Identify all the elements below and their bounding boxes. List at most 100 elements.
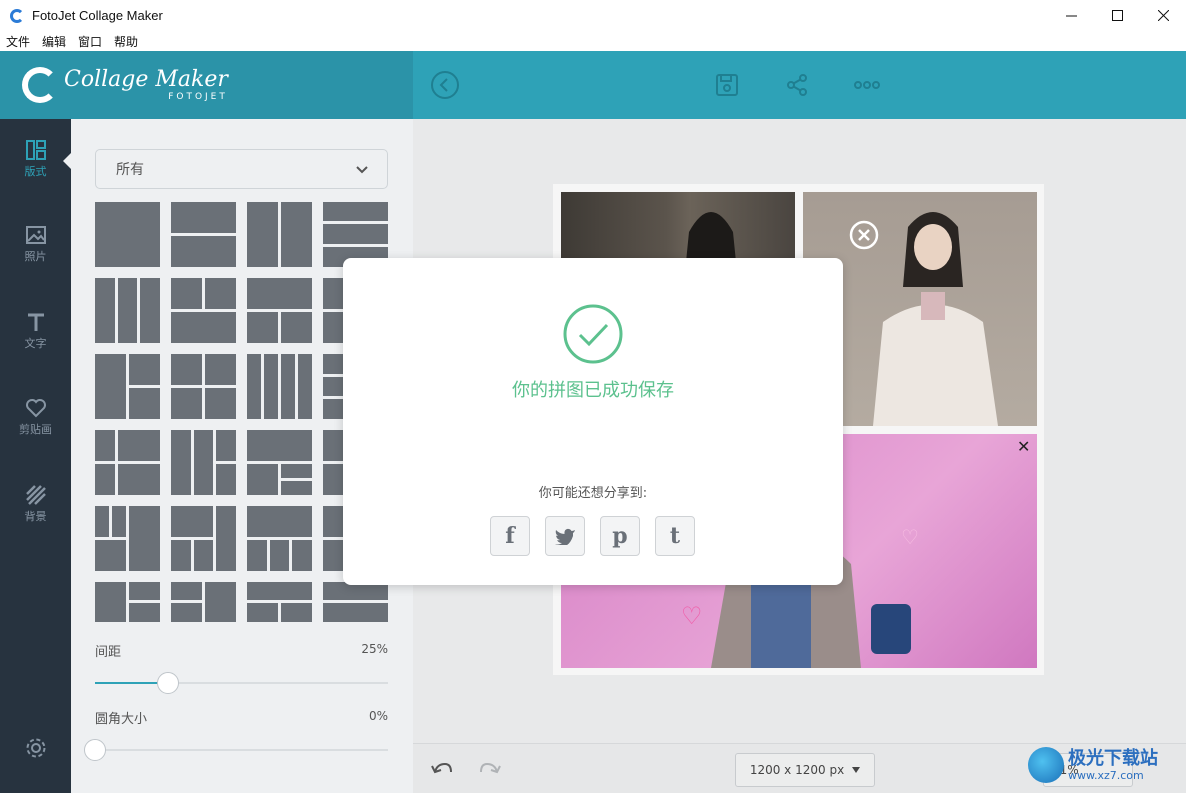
spacing-slider-handle[interactable] (157, 672, 180, 694)
text-icon (27, 313, 44, 331)
share-buttons: f p t (490, 516, 695, 556)
logo-area: Collage Maker FOTOJET (0, 51, 413, 119)
collage-maker-logo-icon (22, 67, 58, 103)
watermark: 极光下载站 www.xz7.com (1028, 740, 1178, 790)
menu-window[interactable]: 窗口 (78, 33, 102, 50)
layout-template[interactable] (171, 430, 236, 495)
active-indicator (63, 153, 71, 169)
layout-template[interactable] (95, 354, 160, 419)
window-title: FotoJet Collage Maker (32, 8, 163, 23)
back-icon (431, 71, 459, 99)
spacing-label: 间距 (95, 645, 122, 660)
minimize-icon (1065, 15, 1077, 17)
menu-edit[interactable]: 编辑 (42, 33, 66, 50)
layout-template[interactable] (323, 582, 388, 622)
undo-icon[interactable] (431, 760, 453, 778)
watermark-text: 极光下载站 (1068, 747, 1158, 769)
layout-template[interactable] (95, 278, 160, 343)
corner-radius-label: 圆角大小 (95, 712, 148, 727)
close-icon (1157, 10, 1169, 21)
close-window-button[interactable] (1140, 0, 1186, 31)
share-icon (787, 74, 807, 96)
gear-icon (26, 738, 46, 758)
pinterest-icon: p (612, 523, 628, 549)
svg-text:♡: ♡ (901, 525, 919, 549)
photo-icon (25, 225, 46, 244)
maximize-icon (1111, 10, 1123, 21)
more-icon (854, 81, 880, 89)
settings-button[interactable] (25, 737, 47, 763)
sidebar-item-label: 照片 (24, 249, 47, 263)
sidebar-item-label: 剪贴画 (19, 422, 52, 436)
logo-main-text: Collage Maker (64, 66, 228, 92)
save-icon (716, 74, 738, 96)
app-logo: Collage Maker FOTOJET (64, 66, 228, 102)
layout-template[interactable] (247, 582, 312, 622)
title-bar: FotoJet Collage Maker (0, 0, 1186, 31)
corner-radius-value: 0% (368, 709, 388, 723)
pinterest-share-button[interactable]: p (600, 516, 640, 556)
maximize-button[interactable] (1094, 0, 1140, 31)
tumblr-share-button[interactable]: t (655, 516, 695, 556)
facebook-icon: f (505, 523, 515, 549)
layout-template[interactable] (171, 582, 236, 622)
more-button[interactable] (851, 69, 883, 101)
sidebar-item-background[interactable]: 背景 (0, 469, 71, 539)
layout-template[interactable] (247, 506, 312, 571)
sidebar-item-text[interactable]: 文字 (0, 296, 71, 366)
background-icon (25, 484, 46, 505)
window-controls (1048, 0, 1186, 31)
layout-filter-select[interactable]: 所有 (95, 149, 388, 189)
sidebar-item-label: 文字 (24, 336, 47, 350)
dialog-title: 你的拼图已成功保存 (512, 380, 674, 401)
facebook-share-button[interactable]: f (490, 516, 530, 556)
canvas-size-select[interactable]: 1200 x 1200 px (735, 753, 875, 787)
layout-template[interactable] (171, 202, 236, 267)
sidebar-item-label: 版式 (24, 164, 47, 178)
layout-template[interactable] (247, 354, 312, 419)
chevron-down-icon (356, 166, 368, 174)
sidebar-item-clipart[interactable]: 剪贴画 (0, 382, 71, 452)
save-button[interactable] (711, 69, 743, 101)
spacing-value: 25% (361, 642, 388, 656)
app-header: Collage Maker FOTOJET (0, 51, 1186, 119)
layout-template[interactable] (95, 506, 160, 571)
layout-template[interactable] (95, 430, 160, 495)
layout-template[interactable] (247, 430, 312, 495)
sidebar-item-label: 背景 (24, 509, 47, 523)
svg-text:♡: ♡ (681, 602, 703, 630)
back-button[interactable] (429, 69, 461, 101)
share-prompt: 你可能还想分享到: (538, 486, 648, 501)
layout-template[interactable] (171, 278, 236, 343)
layout-template[interactable] (95, 202, 160, 267)
layout-template[interactable] (95, 582, 160, 622)
menu-bar: 文件 编辑 窗口 帮助 (0, 31, 1186, 51)
sidebar: 版式 照片 文字 剪贴画 背景 (0, 119, 71, 793)
menu-file[interactable]: 文件 (6, 33, 30, 50)
layout-template[interactable] (247, 278, 312, 343)
heart-icon (25, 398, 46, 417)
share-button[interactable] (781, 69, 813, 101)
close-circle-icon[interactable] (849, 220, 879, 250)
tumblr-icon: t (669, 523, 681, 549)
twitter-icon (555, 528, 575, 545)
layout-filter-value: 所有 (116, 162, 144, 178)
caret-down-icon (852, 767, 861, 773)
layout-template[interactable] (171, 354, 236, 419)
layout-template[interactable] (247, 202, 312, 267)
sidebar-item-photos[interactable]: 照片 (0, 209, 71, 279)
corner-radius-slider-track[interactable] (95, 749, 388, 751)
logo-sub-text: FOTOJET (168, 91, 228, 102)
menu-help[interactable]: 帮助 (114, 33, 138, 50)
layout-icon (25, 139, 46, 160)
minimize-button[interactable] (1048, 0, 1094, 31)
sidebar-item-layout[interactable]: 版式 (0, 124, 71, 194)
twitter-share-button[interactable] (545, 516, 585, 556)
save-success-dialog: 你的拼图已成功保存 你可能还想分享到: f p t (343, 258, 843, 585)
corner-radius-slider-handle[interactable] (84, 739, 106, 761)
remove-photo-icon[interactable]: ✕ (1017, 439, 1033, 455)
redo-icon[interactable] (479, 760, 501, 778)
watermark-logo-icon (1028, 747, 1064, 783)
layout-template[interactable] (171, 506, 236, 571)
app-icon (10, 8, 24, 23)
